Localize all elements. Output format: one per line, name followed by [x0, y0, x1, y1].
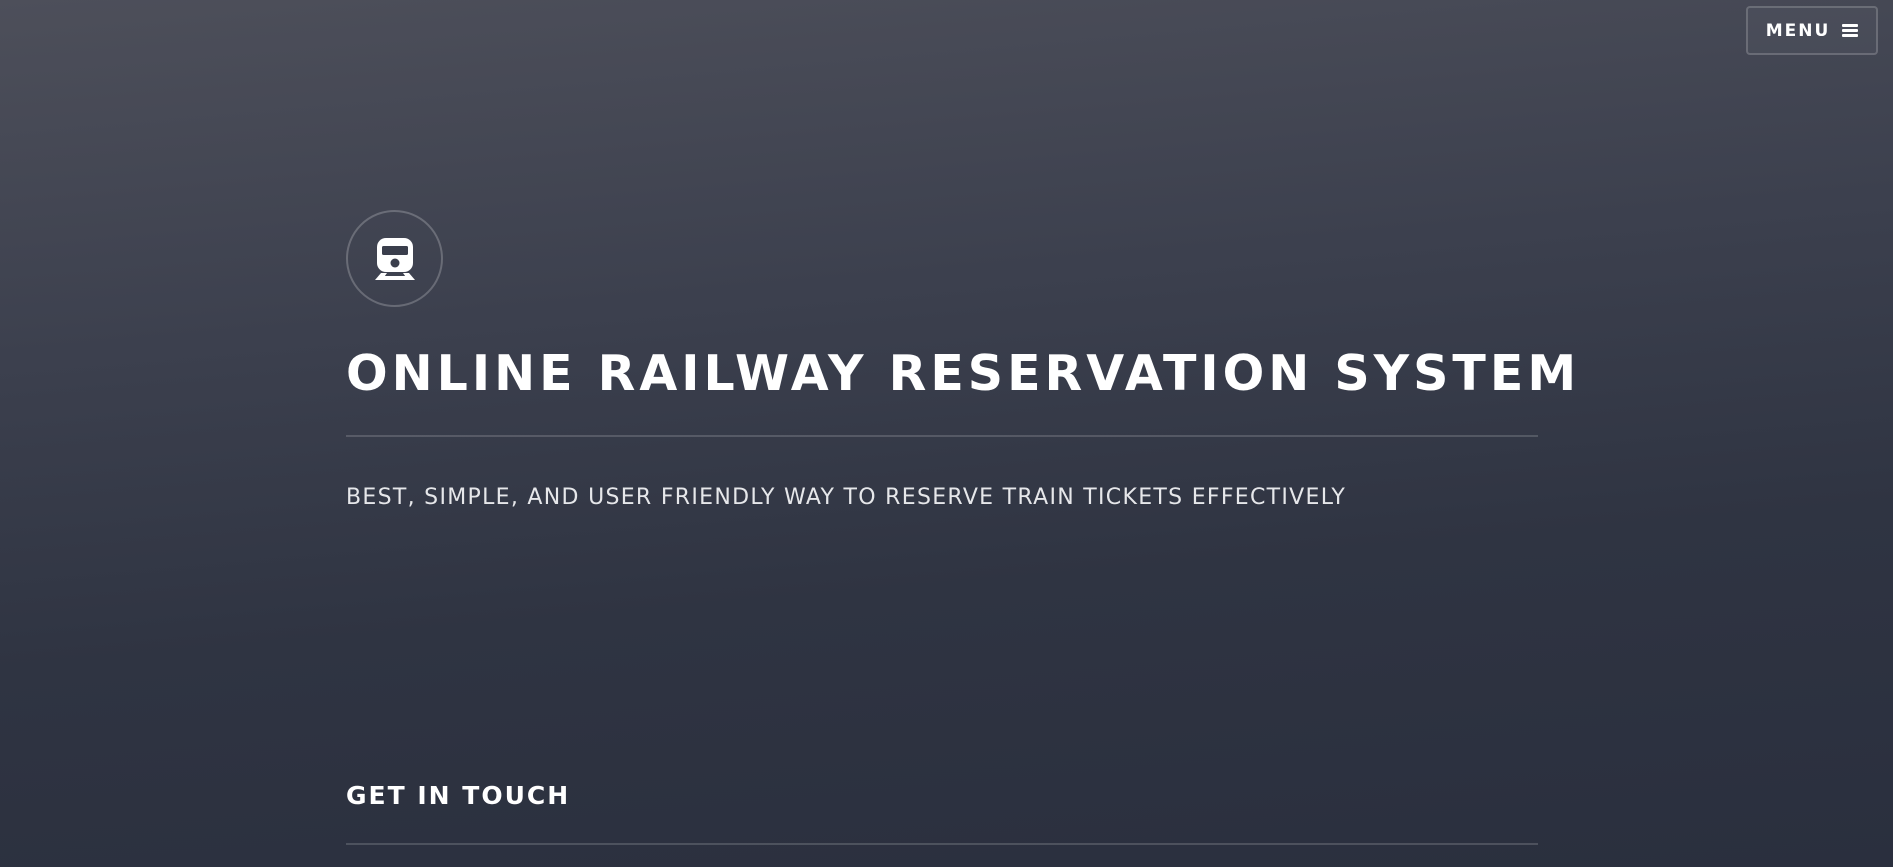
page-title: ONLINE RAILWAY RESERVATION SYSTEM: [346, 345, 1581, 402]
menu-label: MENU: [1765, 20, 1831, 41]
contact-divider: [346, 843, 1538, 845]
title-divider: [346, 435, 1538, 437]
logo: [346, 210, 443, 307]
train-icon: [374, 237, 415, 280]
tagline: BEST, SIMPLE, AND USER FRIENDLY WAY TO R…: [346, 485, 1347, 510]
get-in-touch-heading: GET IN TOUCH: [346, 781, 571, 810]
menu-button[interactable]: MENU: [1746, 6, 1878, 55]
hamburger-icon: [1842, 24, 1859, 37]
